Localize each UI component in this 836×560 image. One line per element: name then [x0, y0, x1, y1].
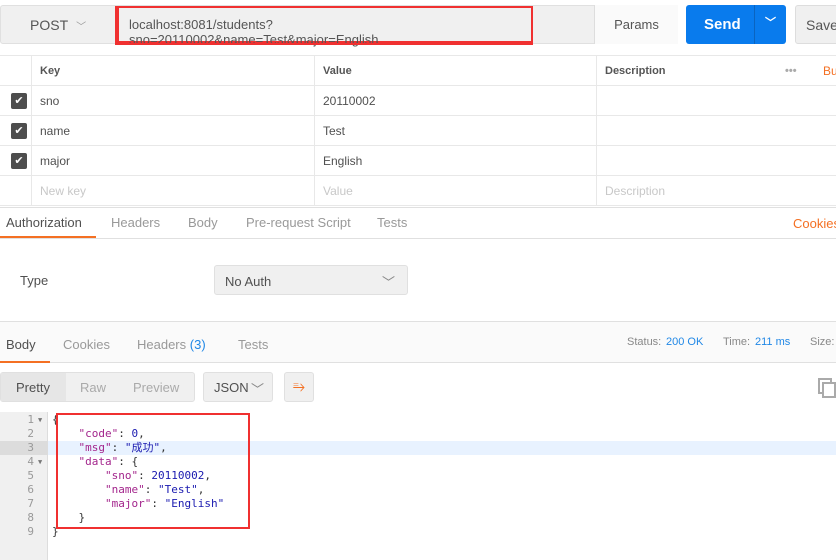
- line-number: 3: [0, 441, 48, 455]
- wrap-lines-icon[interactable]: ⥱: [284, 372, 314, 402]
- raw-button[interactable]: Raw: [80, 380, 106, 395]
- headers-count-badge: (3): [189, 337, 206, 352]
- header-value: Value: [314, 56, 596, 85]
- line-number: 5: [27, 469, 34, 482]
- line-number: 9: [27, 525, 34, 538]
- format-toggle: Pretty Raw Preview: [0, 372, 195, 402]
- checkbox-checked-icon[interactable]: ✔: [11, 153, 27, 169]
- param-row: ✔ name Test: [0, 116, 836, 146]
- header-key: Key: [31, 56, 314, 85]
- tab-pre-request-script[interactable]: Pre-request Script: [246, 215, 351, 230]
- pretty-button[interactable]: Pretty: [16, 380, 50, 395]
- description-label: Description: [605, 65, 666, 77]
- empty-check: [0, 176, 31, 205]
- table-header: Key Value Description ••• Bu: [0, 55, 836, 86]
- param-row: ✔ major English: [0, 146, 836, 176]
- tab-response-body[interactable]: Body: [6, 337, 36, 352]
- param-row: ✔ sno 20110002: [0, 86, 836, 116]
- send-button[interactable]: Send ﹀: [686, 5, 786, 44]
- auth-type-label: Type: [20, 273, 49, 288]
- param-description[interactable]: [596, 116, 836, 145]
- bulk-edit-link[interactable]: Bu: [823, 56, 836, 86]
- param-value[interactable]: English: [314, 146, 596, 175]
- param-description[interactable]: [596, 146, 836, 175]
- param-key[interactable]: sno: [31, 86, 314, 115]
- fold-arrow-icon[interactable]: ▼: [38, 413, 42, 427]
- request-tabs: Authorization Headers Body Pre-request S…: [0, 207, 836, 239]
- tab-response-tests[interactable]: Tests: [238, 337, 268, 352]
- checkbox-checked-icon[interactable]: ✔: [11, 123, 27, 139]
- time-value: 211 ms: [755, 336, 791, 348]
- tab-headers[interactable]: Headers: [111, 215, 160, 230]
- response-tabs: Body Cookies Headers (3) Tests Status: 2…: [0, 321, 836, 363]
- tab-response-cookies[interactable]: Cookies: [63, 337, 110, 352]
- url-highlight-box: [115, 6, 533, 45]
- method-label: POST: [30, 17, 69, 33]
- tab-authorization[interactable]: Authorization: [6, 215, 82, 230]
- tab-response-headers[interactable]: Headers (3): [137, 337, 206, 352]
- format-select[interactable]: JSON ﹀: [203, 372, 273, 402]
- param-check-cell: ✔: [0, 116, 31, 145]
- new-value-input[interactable]: Value: [314, 176, 596, 205]
- new-key-input[interactable]: New key: [31, 176, 314, 205]
- header-check: [0, 56, 31, 85]
- params-table: Key Value Description ••• Bu ✔ sno 20110…: [0, 55, 836, 206]
- send-dropdown-chevron-icon[interactable]: ﹀: [754, 5, 786, 44]
- line-number: 2: [27, 427, 34, 440]
- header-description: Description ••• Bu: [596, 56, 836, 85]
- line-number: 8: [27, 511, 34, 524]
- param-check-cell: ✔: [0, 86, 31, 115]
- method-select[interactable]: POST ﹀: [30, 17, 86, 33]
- param-key[interactable]: major: [31, 146, 314, 175]
- new-description-input[interactable]: Description: [596, 176, 836, 205]
- send-label: Send: [704, 16, 741, 33]
- param-value[interactable]: 20110002: [314, 86, 596, 115]
- chevron-down-icon: ﹀: [381, 275, 395, 290]
- line-number: 6: [27, 483, 34, 496]
- param-value[interactable]: Test: [314, 116, 596, 145]
- cookies-link[interactable]: Cookies: [793, 216, 836, 231]
- fold-arrow-icon[interactable]: ▼: [38, 455, 42, 469]
- tab-body[interactable]: Body: [188, 215, 218, 230]
- params-button[interactable]: Params: [594, 5, 678, 44]
- size-label: Size:: [810, 336, 835, 348]
- headers-label: Headers: [137, 337, 187, 352]
- checkbox-checked-icon[interactable]: ✔: [11, 93, 27, 109]
- auth-type-value: No Auth: [225, 274, 272, 289]
- active-tab-underline: [0, 236, 96, 238]
- new-param-row: New key Value Description: [0, 176, 836, 206]
- param-key[interactable]: name: [31, 116, 314, 145]
- chevron-down-icon: ﹀: [76, 22, 87, 33]
- auth-type-select[interactable]: No Auth ﹀: [214, 265, 408, 295]
- active-response-tab-underline: [0, 361, 50, 363]
- param-description[interactable]: [596, 86, 836, 115]
- highlight-box: [56, 413, 250, 529]
- save-button[interactable]: Save: [795, 5, 836, 44]
- status-label: Status:: [627, 336, 662, 348]
- time-label: Time:: [723, 336, 751, 348]
- more-icon[interactable]: •••: [785, 56, 797, 86]
- line-number: 7: [27, 497, 34, 510]
- chevron-down-icon: ﹀: [250, 382, 264, 397]
- param-check-cell: ✔: [0, 146, 31, 175]
- preview-button[interactable]: Preview: [133, 380, 179, 395]
- status-value: 200 OK: [666, 336, 704, 348]
- tab-tests[interactable]: Tests: [377, 215, 407, 230]
- format-select-value: JSON: [214, 380, 249, 395]
- copy-icon-front: [822, 382, 836, 398]
